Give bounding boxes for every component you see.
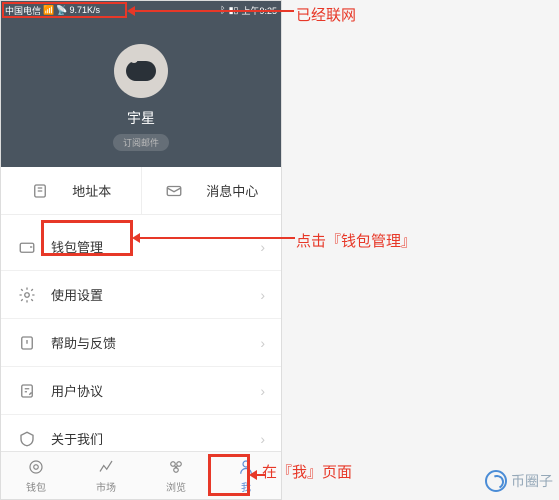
chevron-right-icon: › [260,287,265,303]
quick-row: 地址本 消息中心 [1,167,281,215]
speed-label: 9.71K/s [69,5,100,15]
menu-list: 钱包管理 › 使用设置 › 帮助与反馈 › 用户协议 › [1,223,281,463]
envelope-icon [164,181,184,201]
gear-icon [17,285,37,305]
annotation-connected: 已经联网 [296,4,356,25]
avatar-image [126,61,156,81]
carrier-label: 中国电信 [5,4,41,17]
chevron-right-icon: › [260,239,265,255]
profile-section: 宇星 订阅邮件 [1,19,281,167]
menu-label: 关于我们 [51,429,260,448]
menu-label: 用户协议 [51,381,260,400]
chevron-right-icon: › [260,335,265,351]
address-book-icon [30,181,50,201]
nav-wallet[interactable]: 钱包 [1,452,71,499]
help-icon [17,333,37,353]
nav-market-icon [96,457,116,477]
menu-item-help[interactable]: 帮助与反馈 › [1,319,281,367]
annotation-text: 在『我』页面 [262,461,352,482]
watermark-text: 币圈子 [511,471,553,491]
annotation-text: 已经联网 [296,4,356,25]
annotation-click-wallet: 点击『钱包管理』 [296,230,416,251]
chevron-right-icon: › [260,431,265,447]
nav-browse[interactable]: 浏览 [141,452,211,499]
arrow-line-1 [130,10,294,12]
bottom-nav: 钱包 市场 浏览 我 [1,451,281,499]
annotation-text: 点击『钱包管理』 [296,230,416,251]
menu-label: 使用设置 [51,285,260,304]
username-label: 宇星 [127,108,155,128]
arrow-line-2 [135,237,295,239]
message-center-button[interactable]: 消息中心 [142,167,282,214]
chevron-right-icon: › [260,383,265,399]
menu-item-settings[interactable]: 使用设置 › [1,271,281,319]
menu-label: 钱包管理 [51,237,260,256]
address-book-label: 地址本 [72,181,111,200]
nav-label: 钱包 [26,479,46,494]
menu-label: 帮助与反馈 [51,333,260,352]
nav-label: 浏览 [166,479,186,494]
document-icon [17,381,37,401]
watermark: 币圈子 [485,470,553,492]
nav-wallet-icon [26,457,46,477]
nav-label: 我 [241,479,251,494]
wallet-icon [17,237,37,257]
signal-icon: 📶 [43,5,54,16]
menu-item-wallet-mgmt[interactable]: 钱包管理 › [1,223,281,271]
nav-label: 市场 [96,479,116,494]
info-icon [17,429,37,449]
nav-market[interactable]: 市场 [71,452,141,499]
phone-frame: 中国电信 📶 📡 9.71K/s ᛒ ▮▯ 上午9:25 宇星 订阅邮件 地址本 [0,0,282,500]
wifi-icon: 📡 [56,5,67,16]
address-book-button[interactable]: 地址本 [1,167,142,214]
watermark-icon [485,470,507,492]
menu-item-agreement[interactable]: 用户协议 › [1,367,281,415]
avatar[interactable] [114,44,168,98]
annotation-me-page: 在『我』页面 [262,461,352,482]
subscribe-badge[interactable]: 订阅邮件 [113,134,169,151]
nav-browse-icon [166,457,186,477]
message-center-label: 消息中心 [206,181,258,200]
